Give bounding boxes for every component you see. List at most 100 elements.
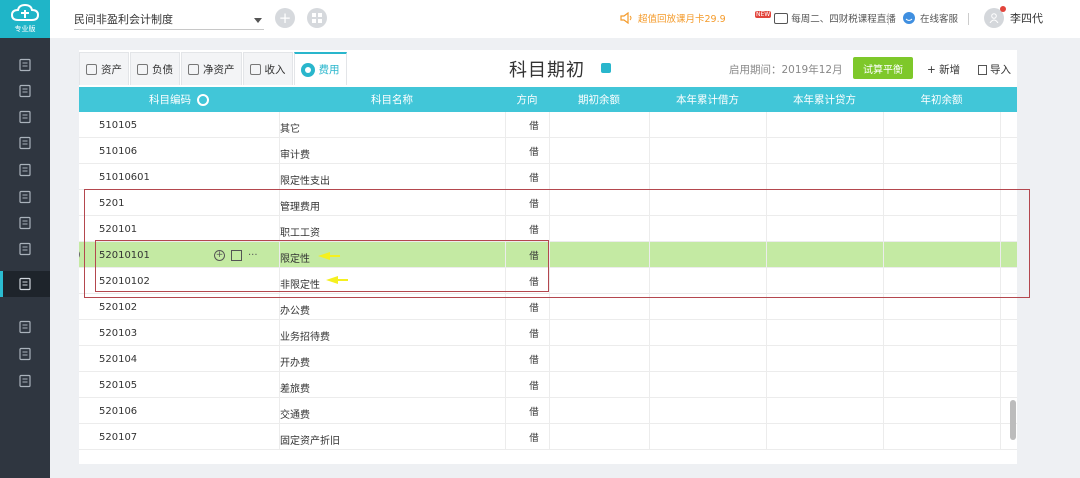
table-row[interactable]: 51010601 限定性支出 借	[79, 164, 1017, 190]
table-row[interactable]: 520101 职工工资 借	[79, 216, 1017, 242]
expense-icon	[300, 62, 315, 77]
accounting-system-value: 民间非盈利会计制度	[74, 13, 173, 26]
column-divider	[766, 112, 767, 450]
table-row[interactable]: 520107 固定资产折旧 借	[79, 424, 1017, 450]
table-row[interactable]: 520103 业务招待费 借	[79, 320, 1017, 346]
column-divider	[549, 112, 550, 450]
column-header-name: 科目名称	[371, 94, 413, 106]
online-service-link[interactable]: 在线客服	[902, 11, 958, 25]
account-name: 限定性	[280, 254, 310, 265]
balance-direction: 借	[529, 173, 539, 184]
balance-direction: 借	[529, 303, 539, 314]
account-code: 510106	[99, 145, 138, 157]
balance-direction: 借	[529, 225, 539, 236]
sidebar-item-book[interactable]	[0, 184, 50, 210]
chevron-down-icon	[254, 18, 262, 23]
edit-icon[interactable]	[231, 249, 242, 261]
account-name: 管理费用	[280, 202, 320, 213]
divider	[968, 13, 969, 25]
grid-menu-button[interactable]	[307, 8, 327, 28]
more-options-icon[interactable]: ···	[248, 250, 258, 261]
sidebar-item-settings[interactable]	[0, 271, 50, 297]
sidebar-item-invoice[interactable]	[0, 236, 50, 262]
table-row[interactable]: 520104 开办费 借	[79, 346, 1017, 372]
balance-direction: 借	[529, 329, 539, 340]
tab-label: 费用	[318, 64, 340, 76]
add-account-set-button[interactable]: +	[275, 8, 295, 28]
top-bar: 民间非盈利会计制度 + 超值回放课月卡29.9 NEW 每周二、四财税课程直播 …	[50, 0, 1080, 38]
add-button[interactable]: + 新增	[927, 62, 960, 77]
live-course-link[interactable]: NEW 每周二、四财税课程直播	[755, 10, 896, 25]
sidebar-item-report[interactable]	[0, 210, 50, 236]
balance-direction: 借	[529, 381, 539, 392]
account-code: 5201	[99, 197, 125, 209]
trial-balance-button[interactable]: 试算平衡	[853, 57, 913, 79]
tab-expense[interactable]: 费用	[293, 52, 347, 85]
accounting-system-select[interactable]: 民间非盈利会计制度	[74, 10, 264, 30]
account-code: 520103	[99, 327, 138, 339]
table-row[interactable]: 52010101限定性借×+···	[79, 242, 1017, 268]
vertical-scrollbar[interactable]	[1010, 400, 1016, 440]
table-row[interactable]: 510105 其它 借	[79, 112, 1017, 138]
annotation-arrow	[318, 252, 340, 260]
promo-text: 超值回放课月卡29.9	[638, 14, 726, 25]
table-row[interactable]: 520106 交通费 借	[79, 398, 1017, 424]
account-code: 510105	[99, 119, 138, 131]
period-value: 2019年12月	[781, 64, 843, 76]
column-divider	[883, 112, 884, 450]
account-code: 520101	[99, 223, 138, 235]
balance-direction: 借	[529, 121, 539, 132]
sidebar-item-building[interactable]	[0, 130, 50, 156]
sidebar-item-voucher[interactable]	[0, 78, 50, 104]
sidebar-item-chart[interactable]	[0, 104, 50, 130]
user-menu[interactable]: 李四代	[984, 6, 1043, 28]
account-code: 520102	[99, 301, 138, 313]
tab-liability[interactable]: 负债	[130, 52, 180, 85]
ledger-icon	[19, 58, 31, 72]
user-name: 李四代	[1010, 12, 1043, 25]
income-icon	[249, 63, 261, 75]
tab-net-asset[interactable]: 净资产	[181, 52, 242, 85]
sidebar-item-ledger[interactable]	[0, 52, 50, 78]
sidebar: 专业版	[0, 0, 50, 478]
column-header-code: 科目编码	[79, 87, 279, 112]
building-icon	[19, 136, 31, 150]
column-divider	[1000, 112, 1001, 450]
table-row[interactable]: 510106 审计费 借	[79, 138, 1017, 164]
account-name: 职工工资	[280, 228, 320, 239]
sidebar-item-screen[interactable]	[0, 314, 50, 340]
tab-label: 资产	[101, 63, 122, 76]
table-row[interactable]: 520105 差旅费 借	[79, 372, 1017, 398]
table-body: 510105 其它借 510106 审计费借 51010601 限定性支出借 5201 管理费…	[79, 112, 1017, 450]
promo-link[interactable]: 超值回放课月卡29.9	[620, 11, 726, 25]
service-text: 在线客服	[920, 14, 959, 25]
tab-income[interactable]: 收入	[242, 52, 293, 85]
app-logo[interactable]: 专业版	[0, 0, 50, 38]
column-header-year-opening: 年初余额	[920, 94, 963, 106]
grid-icon	[312, 13, 322, 23]
main-panel: 资产 负债 净资产 收入 费用 科目期初 启用期间：2019年12月 试算平衡 + 新增…	[79, 50, 1017, 464]
account-name: 其它	[280, 124, 300, 135]
table-row[interactable]: 52010102 非限定性 借	[79, 268, 1017, 294]
net-asset-icon	[188, 63, 199, 75]
category-tabs: 资产 负债 净资产 收入 费用	[79, 50, 348, 85]
annotation-arrow	[326, 276, 348, 284]
logo-text: 专业版	[14, 25, 36, 33]
import-button[interactable]: 导入	[978, 62, 1011, 77]
table-row[interactable]: 5201 管理费用 借	[79, 190, 1017, 216]
video-icon[interactable]	[601, 63, 611, 73]
sidebar-item-gauge[interactable]	[0, 341, 50, 367]
column-header-direction: 方向	[516, 94, 538, 106]
balance-direction: 借	[529, 407, 539, 418]
column-header-opening-balance: 期初余额	[578, 94, 620, 106]
report-icon	[19, 216, 31, 230]
sidebar-item-calendar[interactable]	[0, 157, 50, 183]
table-row[interactable]: 520102 办公费 借	[79, 294, 1017, 320]
tab-asset[interactable]: 资产	[79, 52, 129, 85]
remove-circle-icon[interactable]: ×	[79, 249, 80, 260]
import-label: 导入	[990, 64, 1011, 76]
settings-gear-icon[interactable]	[197, 93, 209, 106]
speaker-icon	[620, 12, 632, 24]
plus-circle-icon[interactable]: +	[214, 249, 225, 261]
sidebar-item-document[interactable]	[0, 368, 50, 394]
